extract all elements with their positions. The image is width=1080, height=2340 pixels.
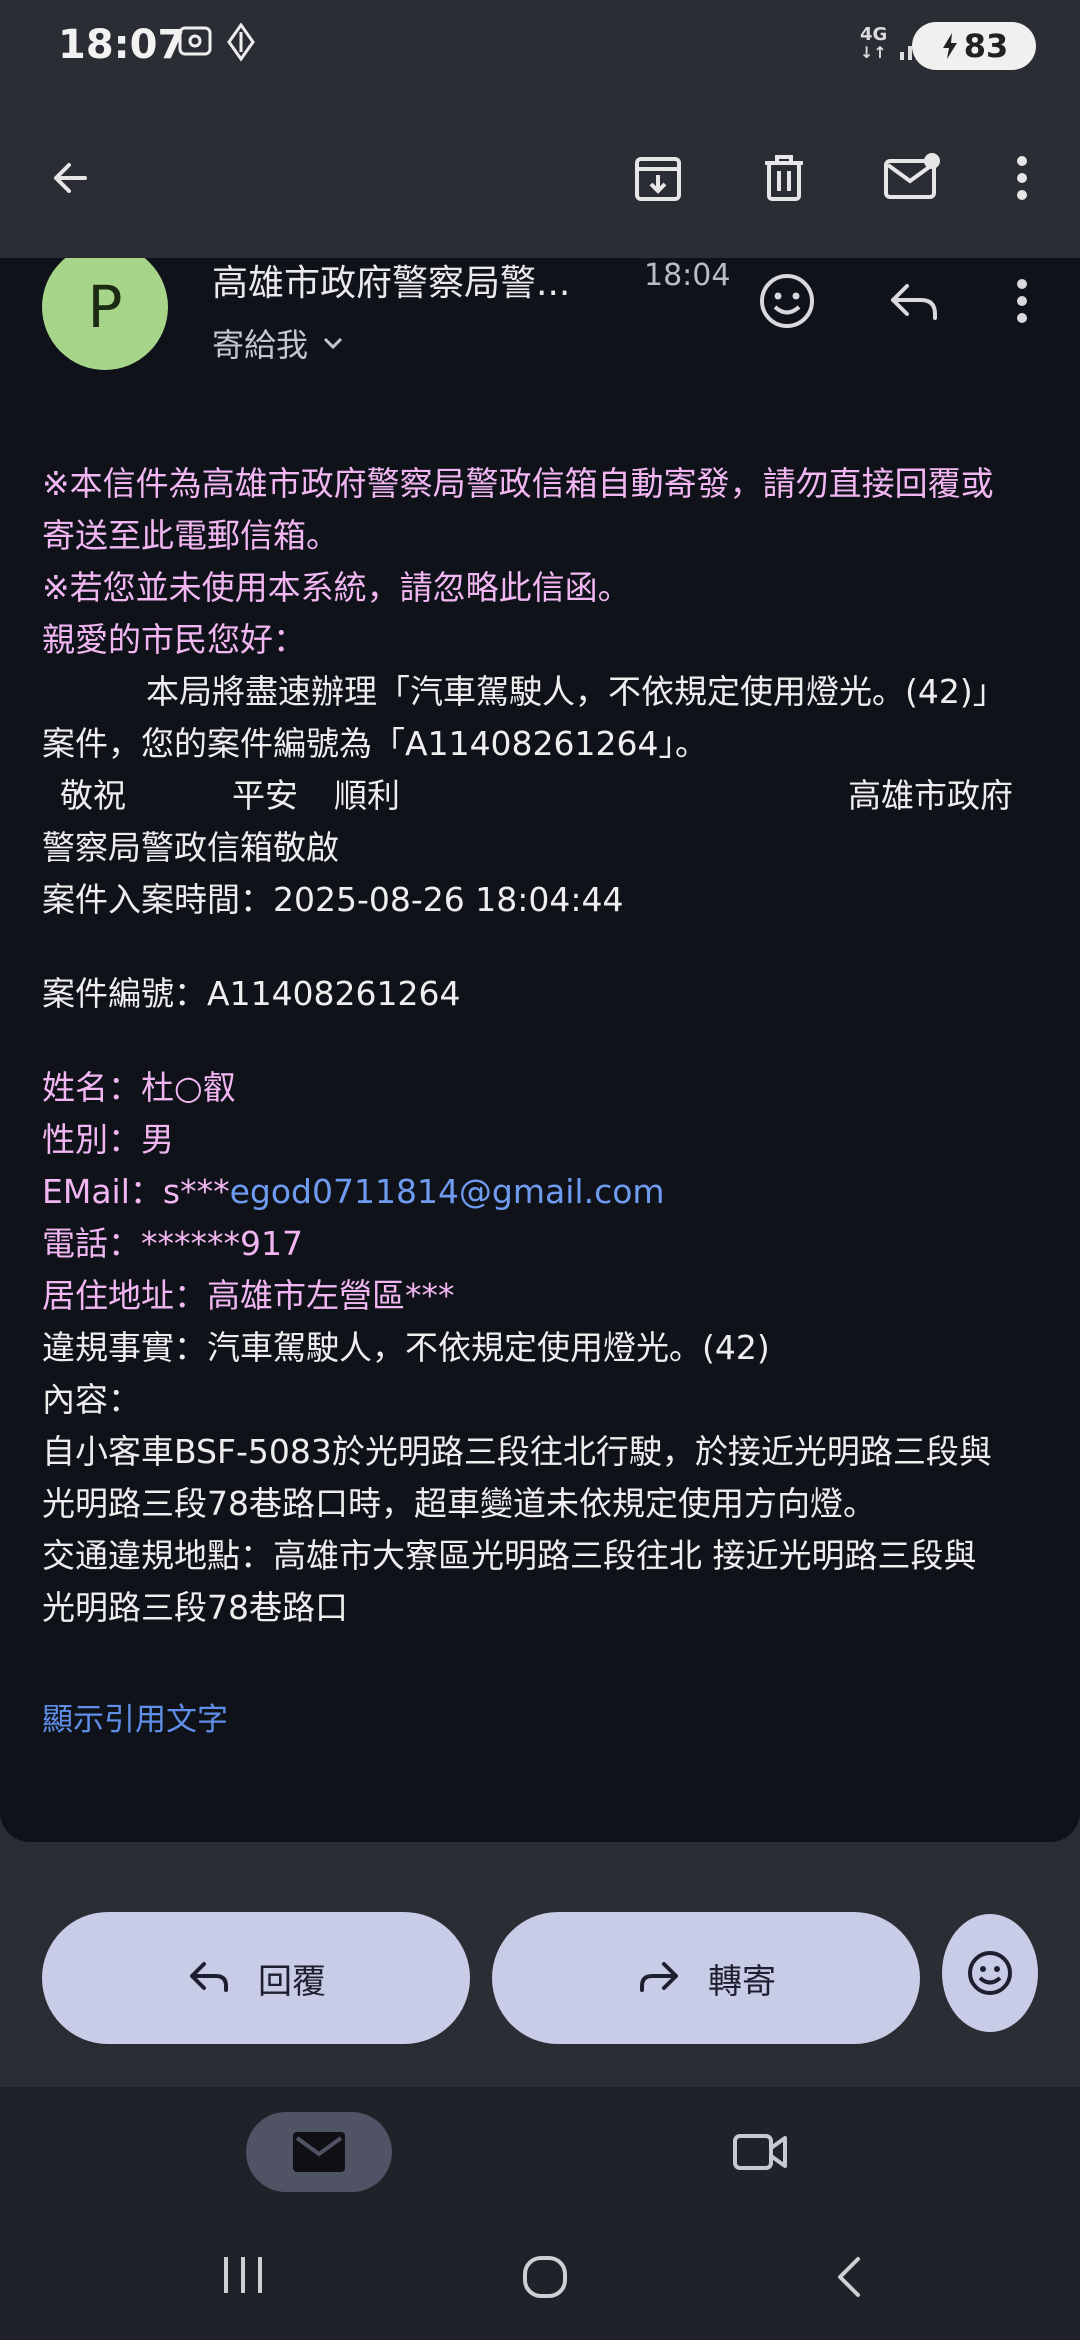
battery-level: 83	[963, 27, 1009, 65]
recent-apps-icon[interactable]	[220, 2255, 266, 2299]
body-line: ※若您並未使用本系統，請忽略此信函。	[42, 568, 631, 607]
email-prefix: EMail：s***	[42, 1172, 230, 1211]
body-line: 電話：******917	[42, 1224, 303, 1263]
status-time: 18:07	[58, 22, 186, 68]
body-line-email: EMail：s***egod0711814@gmail.com	[42, 1166, 1042, 1218]
reply-icon[interactable]	[878, 266, 948, 336]
network-4g-icon: 4G ↓↑	[860, 24, 888, 62]
body-line: 親愛的市民您好：	[42, 620, 306, 659]
emoji-reaction-button[interactable]	[942, 1914, 1038, 2032]
greeting-word: 敬祝	[60, 776, 126, 815]
nav-meet-tab[interactable]	[726, 2112, 796, 2192]
body-line: ※本信件為高雄市政府警察局警政信箱自動寄發，請勿直接回覆或	[42, 464, 994, 503]
body-line: 本局將盡速辦理「汽車駕駛人，不依規定使用燈光。(42)」	[146, 672, 1006, 711]
reply-label: 回覆	[258, 1961, 326, 2002]
body-line: 警察局警政信箱敬啟	[42, 828, 339, 867]
reply-button[interactable]: 回覆	[42, 1912, 470, 2044]
body-line: 光明路三段78巷路口	[42, 1588, 348, 1627]
emoji-icon	[968, 1951, 1012, 1995]
forward-label: 轉寄	[708, 1961, 776, 2002]
body-line: 案件，您的案件編號為「A11408261264」。	[42, 724, 709, 763]
sender-name[interactable]: 高雄市政府警察局警...	[212, 258, 570, 306]
body-line: 案件編號：A11408261264	[42, 974, 461, 1013]
email-more-icon[interactable]	[986, 266, 1058, 336]
back-arrow-icon[interactable]	[34, 142, 106, 214]
avatar: P	[42, 258, 168, 370]
archive-icon[interactable]	[622, 142, 694, 214]
nav-mail-tab[interactable]	[246, 2112, 392, 2192]
body-line: 寄送至此電郵信箱。	[42, 516, 339, 555]
app-bar	[0, 100, 1080, 258]
greeting-word: 平安	[232, 776, 298, 815]
action-bar: 回覆 轉寄	[0, 1842, 1080, 2087]
delete-icon[interactable]	[748, 142, 820, 214]
body-line-greeting: 敬祝 平安 順利 高雄市政府	[42, 770, 1042, 822]
recipient-toggle[interactable]: 寄給我	[212, 320, 346, 366]
mail-icon	[293, 2132, 345, 2172]
email-time: 18:04	[644, 258, 731, 293]
system-back-icon[interactable]	[832, 2255, 866, 2303]
email-link[interactable]: egod0711814@gmail.com	[230, 1172, 665, 1211]
status-bar: 18:07 4G ↓↑ 83	[0, 0, 1080, 100]
body-line: 姓名：杜○叡	[42, 1068, 236, 1107]
screenshot-icon	[176, 22, 214, 64]
body-line: 居住地址：高雄市左營區***	[42, 1276, 455, 1315]
mark-unread-icon[interactable]	[876, 142, 948, 214]
body-line: 光明路三段78巷路口時，超車變道未依規定使用方向燈。	[42, 1484, 876, 1523]
recipient-label: 寄給我	[212, 326, 309, 364]
body-line: 案件入案時間：2025-08-26 18:04:44	[42, 880, 624, 919]
body-line: 交通違規地點：高雄市大寮區光明路三段往北 接近光明路三段與	[42, 1536, 977, 1575]
navigation-icon	[226, 22, 256, 66]
video-camera-icon	[733, 2134, 787, 2170]
battery-charging-icon: 83	[912, 22, 1036, 70]
reply-icon	[190, 1962, 228, 1992]
chevron-down-icon	[323, 337, 343, 350]
forward-icon	[640, 1962, 678, 1992]
home-icon[interactable]	[522, 2255, 568, 2303]
body-line: 自小客車BSF-5083於光明路三段往北行駛，於接近光明路三段與	[42, 1432, 992, 1471]
bottom-navigation	[0, 2087, 1080, 2340]
greeting-word: 順利	[334, 776, 400, 815]
forward-button[interactable]: 轉寄	[492, 1912, 920, 2044]
show-quoted-text-link[interactable]: 顯示引用文字	[42, 1694, 228, 1739]
greeting-word: 高雄市政府	[848, 776, 1013, 815]
body-line: 性別：男	[42, 1120, 174, 1159]
more-vert-icon[interactable]	[986, 142, 1058, 214]
emoji-react-icon[interactable]	[752, 266, 822, 336]
body-line: 違規事實：汽車駕駛人，不依規定使用燈光。(42)	[42, 1328, 770, 1367]
body-line: 內容：	[42, 1380, 141, 1419]
sender-avatar[interactable]: P	[42, 258, 168, 370]
email-card: P 高雄市政府警察局警... 18:04 寄給我 ※本信件為高雄市政府警察局警政…	[0, 258, 1080, 1842]
email-body: ※本信件為高雄市政府警察局警政信箱自動寄發，請勿直接回覆或 寄送至此電郵信箱。 …	[42, 458, 1042, 1634]
